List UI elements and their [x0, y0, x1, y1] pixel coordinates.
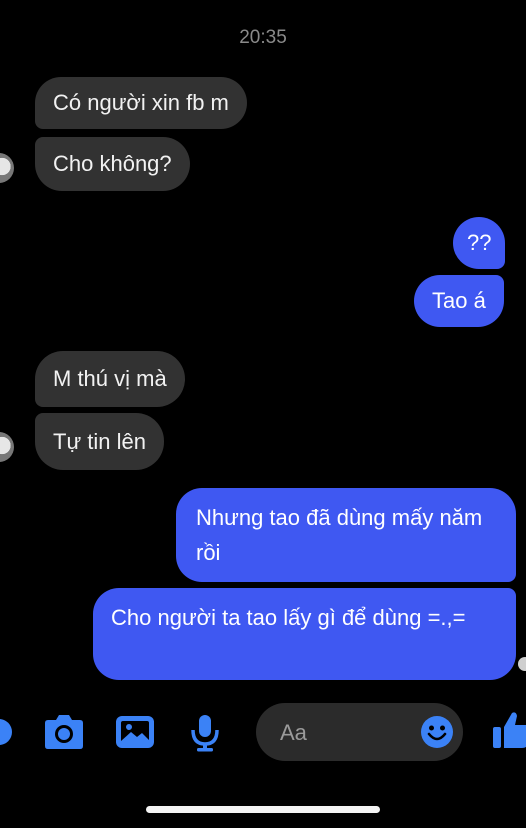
message-bubble-outgoing[interactable]: ??: [453, 217, 506, 269]
message-bubble-incoming[interactable]: Cho không?: [35, 137, 190, 191]
more-icon[interactable]: [0, 717, 12, 747]
message-text: Tao á: [432, 288, 486, 313]
message-text: ??: [467, 230, 492, 255]
message-bubble-outgoing[interactable]: Tao á: [414, 275, 504, 327]
message-bubble-incoming[interactable]: Tự tin lên: [35, 413, 164, 470]
camera-icon[interactable]: [44, 714, 84, 750]
chat-timestamp: 20:35: [239, 27, 287, 48]
message-toolbar: [0, 700, 526, 764]
message-bubble-outgoing[interactable]: Nhưng tao đã dùng mấy năm rồi: [176, 488, 516, 582]
message-bubble-outgoing[interactable]: Cho người ta tao lấy gì để dùng =.,=: [93, 588, 516, 680]
contact-avatar[interactable]: [0, 153, 14, 183]
message-text: M thú vị mà: [53, 366, 167, 391]
message-composer: [256, 703, 463, 761]
message-text: Cho người ta tao lấy gì để dùng =.,=: [111, 605, 466, 630]
gallery-icon[interactable]: [115, 714, 155, 750]
message-input[interactable]: [278, 717, 422, 749]
message-text: Cho không?: [53, 151, 172, 176]
contact-avatar[interactable]: [0, 432, 14, 462]
seen-avatar: [518, 657, 526, 671]
message-text: Tự tin lên: [53, 429, 146, 454]
emoji-icon[interactable]: [420, 715, 454, 754]
thumbs-up-icon[interactable]: [492, 710, 526, 750]
message-bubble-incoming[interactable]: M thú vị mà: [35, 351, 185, 407]
message-bubble-incoming[interactable]: Có người xin fb m: [35, 77, 247, 129]
message-text: Có người xin fb m: [53, 90, 229, 115]
home-indicator: [146, 806, 380, 813]
microphone-icon[interactable]: [189, 714, 221, 752]
message-text: Nhưng tao đã dùng mấy năm rồi: [196, 505, 483, 565]
